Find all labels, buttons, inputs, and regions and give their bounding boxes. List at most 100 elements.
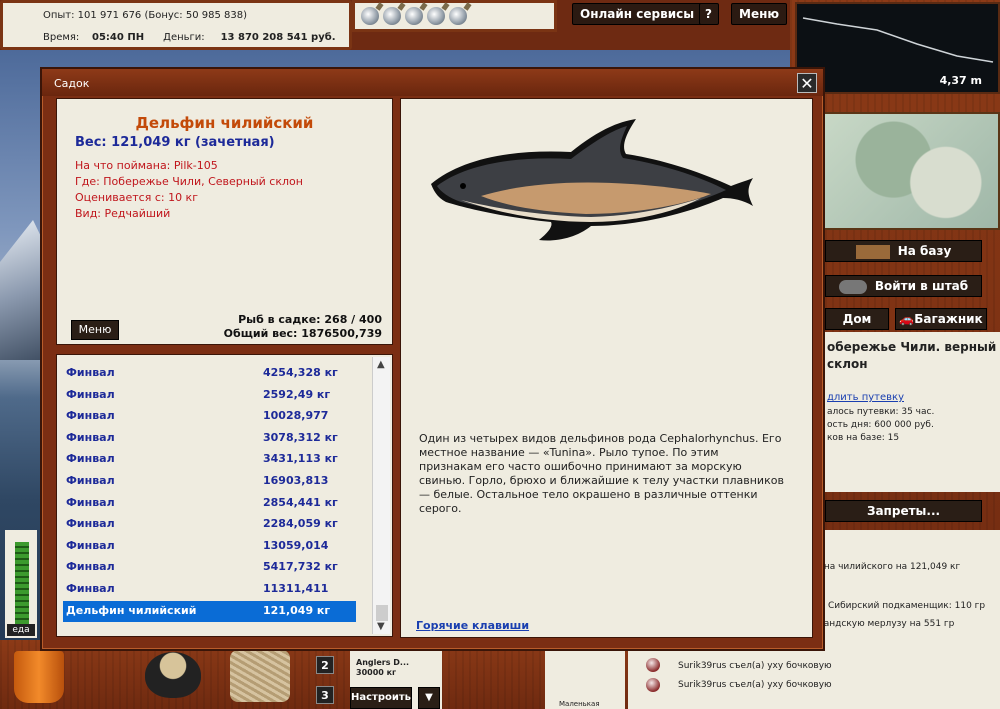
soup-icon [646,658,660,672]
slot-3-button[interactable]: 3 [316,686,334,704]
fish-row-name: Дельфин чилийский [66,603,197,617]
fish-row-weight: 3431,113 кг [263,452,338,466]
money-label: Деньги: [163,32,205,43]
bottle-icon[interactable] [427,7,445,25]
scroll-up-icon[interactable]: ▲ [377,359,385,370]
fish-list-row[interactable]: Дельфин чилийский 121,049 кг [63,600,356,622]
menu-button[interactable]: Меню [731,3,788,25]
food-meter: еда [5,530,37,638]
fish-row-name: Финвал [66,366,115,379]
fish-row-weight: 11311,411 [263,582,329,595]
fish-row-name: Финвал [66,517,115,531]
fish-row-name: Финвал [66,474,115,487]
configure-button[interactable]: Настроить [350,687,412,709]
close-icon[interactable]: ✕ [797,73,817,93]
house-icon [855,244,890,259]
bottle-icon[interactable] [449,7,467,25]
bottles-bar [352,0,557,32]
experience-text: Опыт: 101 971 676 (Бонус: 50 985 838) [43,10,248,21]
fish-row-weight: 4254,328 кг [263,366,338,379]
bans-button[interactable]: Запреты... [825,500,982,522]
slot-2-button[interactable]: 2 [316,656,334,674]
scrollbar[interactable]: ▲ ▼ [372,357,390,634]
home-button[interactable]: Дом [825,308,889,330]
chat-line: Surik39rus съел(а) уху бочковую [678,680,832,690]
scroll-thumb[interactable] [376,605,388,621]
hotkeys-link[interactable]: Горячие клавиши [416,619,529,632]
fish-row-weight: 2592,49 кг [263,387,331,401]
fish-weight: Вес: 121,049 кг (зачетная) [75,135,275,150]
fish-list-row[interactable]: Финвал 16903,813 [63,471,356,492]
fish-row-name: Финвал [66,452,115,466]
keepnet-dialog: Садок ✕ Дельфин чилийский Вес: 121,049 к… [40,67,825,651]
fish-row-name: Финвал [66,560,115,574]
fish-description: Один из четырех видов дельфинов рода Cep… [419,432,784,515]
dropdown-button[interactable]: ▼ [418,687,440,709]
fish-list[interactable]: Финвал 4254,328 кг Финвал 2592,49 кг Финвал 1… [56,354,393,637]
fish-list-row[interactable]: Финвал 5417,732 кг [63,557,356,578]
location-map[interactable] [822,112,1000,230]
fish-row-name: Финвал [66,538,115,552]
player-stats-panel: Опыт: 101 971 676 (Бонус: 50 985 838) Вр… [0,0,352,50]
online-services-button[interactable]: Онлайн сервисы [572,3,703,25]
fish-detail-panel: Один из четырех видов дельфинов рода Cep… [400,98,813,638]
join-hq-button[interactable]: Войти в штаб [825,275,982,297]
fish-row-weight: 2284,059 кг [263,517,338,531]
rated-from: Оценивается с: 10 кг [75,191,198,204]
dialog-titlebar[interactable]: Садок ✕ [42,69,823,96]
caught-on: На что поймана: Pilk-105 [75,159,218,172]
fish-list-row[interactable]: Финвал 2284,059 кг [63,514,356,535]
bottle-icon[interactable] [383,7,401,25]
fish-name: Дельфин чилийский [135,114,314,132]
total-weight: Общий вес: 1876500,739 [223,327,382,340]
fish-list-row[interactable]: Финвал 11311,411 [63,579,356,600]
lure-card[interactable]: Маленькая [545,648,625,709]
chat-line: Сибирский подкаменщик: 110 гр [828,601,986,611]
fish-list-row[interactable]: Финвал 10028,977 [63,406,356,427]
fish-list-row[interactable]: Финвал 13059,014 [63,536,356,557]
bait-name: Anglers D... [356,658,410,667]
fish-row-weight: 13059,014 [263,538,329,552]
food-level-bar [15,542,29,624]
scroll-down-icon[interactable]: ▼ [377,621,385,632]
fish-list-row[interactable]: Финвал 2854,441 кг [63,493,356,514]
extend-permit-link[interactable]: длить путевку [827,392,904,403]
fish-info-panel: Дельфин чилийский Вес: 121,049 кг (зачет… [56,98,393,345]
anglers-count: ков на базе: 15 [827,433,900,443]
bait-bag-icon[interactable] [230,650,290,702]
trunk-label: Багажник [914,312,983,326]
money-value: 13 870 208 541 руб. [220,32,336,43]
catch-location: Где: Побережье Чили, Северный склон [75,175,303,188]
help-button[interactable]: ? [699,3,719,25]
fish-row-weight: 121,049 кг [263,603,331,617]
fish-row-weight: 10028,977 [263,409,329,423]
time-money-row: Время: 05:40 ПН Деньги: 13 870 208 541 р… [43,32,336,43]
depth-value: 4,37 m [939,74,982,87]
bottle-icon[interactable] [361,7,379,25]
lure-name: Маленькая [559,700,600,708]
fish-list-row[interactable]: Финвал 3431,113 кг [63,449,356,470]
fish-list-row[interactable]: Финвал 4254,328 кг [63,363,356,384]
depth-graph: 4,37 m [795,2,1000,94]
chat-line: ландскую мерлузу на 551 гр [818,619,955,629]
fish-list-row[interactable]: Финвал 3078,312 кг [63,428,356,449]
pot-icon[interactable] [145,652,201,698]
fish-list-row[interactable]: Финвал 2592,49 кг [63,385,356,406]
fish-menu-button[interactable]: Меню [71,320,119,340]
trunk-button[interactable]: 🚗Багажник [895,308,987,330]
car-icon: 🚗 [899,312,915,326]
bottle-icon[interactable] [405,7,423,25]
dolphin-image [431,119,753,241]
keepnet-stats: Рыб в садке: 268 / 400 Общий вес: 187650… [224,313,382,341]
to-base-button[interactable]: На базу [825,240,982,262]
chat-line: ина чилийского на 121,049 кг [818,562,961,572]
rarity: Вид: Редчайший [75,207,171,220]
time-label: Время: [43,32,80,43]
bucket-icon[interactable] [14,651,64,703]
home-label: Дом [842,312,872,326]
people-icon [838,279,867,294]
fish-row-weight: 16903,813 [263,474,329,487]
fish-row-weight: 5417,732 кг [263,560,338,574]
location-info-panel: обережье Чили. верный склон длить путевк… [825,332,1000,492]
fish-row-weight: 3078,312 кг [263,430,338,444]
